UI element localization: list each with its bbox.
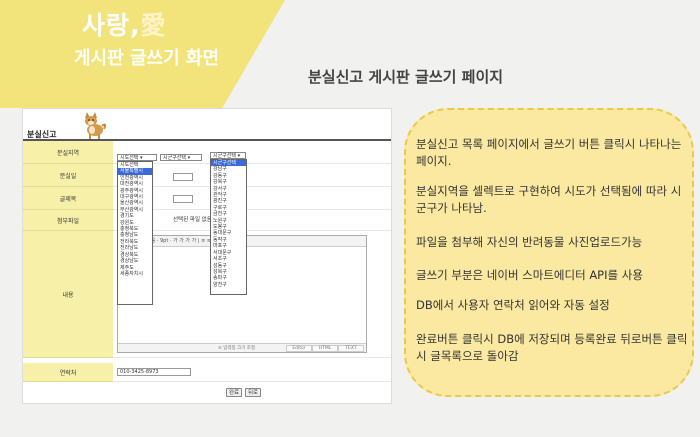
label-attachment: 첨부파일	[23, 210, 113, 231]
label-subject: 글제목	[23, 187, 113, 210]
row-divider	[113, 357, 391, 358]
contact-field[interactable]: 010-3425-8973	[117, 368, 191, 376]
note-line-3: 파일을 첨부해 자신의 반려동물 사진업로드가능	[416, 235, 643, 249]
sido-dropdown-list[interactable]: 시도선택 서울특별시 인천광역시 대전광역시 광주광역시 대구광역시 울산광역시 부산광역시 경…	[117, 161, 153, 305]
sigungu-select[interactable]: 시군구선택 ▾	[160, 154, 202, 161]
done-button[interactable]: 완료	[226, 388, 242, 397]
label-content: 내용	[23, 231, 113, 358]
note-line-1: 분실신고 목록 페이지에서 글쓰기 버튼 클릭시 나타나는 페이지.	[416, 137, 682, 168]
tab-html[interactable]: HTML	[312, 345, 338, 352]
label-date: 분실일	[23, 164, 113, 187]
note-line-2: 분실지역을 셀렉트로 구현하여 시도가 선택됨에 따라 시군구가 나타남.	[416, 184, 682, 215]
sido-select[interactable]: 시도선택 ▾	[117, 154, 157, 161]
tab-text[interactable]: TEXT	[338, 345, 364, 352]
row-divider	[113, 186, 391, 187]
label-region: 분실지역	[23, 141, 113, 164]
note-line-4: 글쓰기 부분은 네이버 스마트에디터 API를 사용	[416, 268, 643, 282]
note-line-5: DB에서 사용자 연락처 읽어와 자동 설정	[416, 298, 610, 312]
row-divider	[113, 230, 391, 231]
editor-mode-tabs: Editor HTML TEXT	[286, 345, 364, 352]
row-divider	[113, 163, 391, 164]
subject-input[interactable]	[173, 195, 193, 203]
brand-love-text: 愛	[140, 11, 167, 40]
note-line-6: 완료버튼 클릭시 DB에 저장되며 등록완료 뒤로버튼 클릭시 글목록으로 돌아…	[416, 332, 688, 363]
editor-resize[interactable]: ≡ 입력창 크기 조절	[218, 345, 255, 351]
label-contact: 연락처	[23, 363, 113, 382]
sigungu-select-open[interactable]: 시군구선택 ▾	[210, 152, 246, 159]
description-note: 분실신고 목록 페이지에서 글쓰기 버튼 클릭시 나타나는 페이지. 분실지역을…	[404, 108, 694, 397]
date-input[interactable]	[173, 173, 193, 181]
tab-editor[interactable]: Editor	[286, 345, 312, 352]
dropdown-option[interactable]: 세종자치시	[118, 271, 152, 277]
page-title: 분실신고 게시판 글쓰기 페이지	[308, 68, 504, 86]
file-status: 선택된 파일 없음	[173, 217, 212, 223]
row-divider	[113, 381, 391, 382]
dog-icon	[85, 112, 107, 139]
banner-subtitle: 게시판 글쓰기 화면	[74, 48, 220, 69]
form-screenshot: 분실신고 분실지역 분실일 글제목 첨부파일 내용 연락처 시도선택 ▾ 시군구…	[22, 108, 392, 404]
brand-text: 사랑,	[82, 11, 141, 40]
row-divider	[113, 209, 391, 210]
back-button[interactable]: 뒤로	[245, 388, 261, 397]
sigungu-dropdown-list[interactable]: 시군구선택 강남구 강동구 강북구 강서구 관악구 광진구 구로구 금천구 노원구 도봉구 동대문구 동…	[210, 159, 247, 295]
dropdown-option[interactable]: 양천구	[211, 282, 246, 288]
editor-footer: ≡ 입력창 크기 조절 Editor HTML TEXT	[118, 343, 366, 352]
brand-logo: 사랑,愛	[82, 6, 167, 42]
